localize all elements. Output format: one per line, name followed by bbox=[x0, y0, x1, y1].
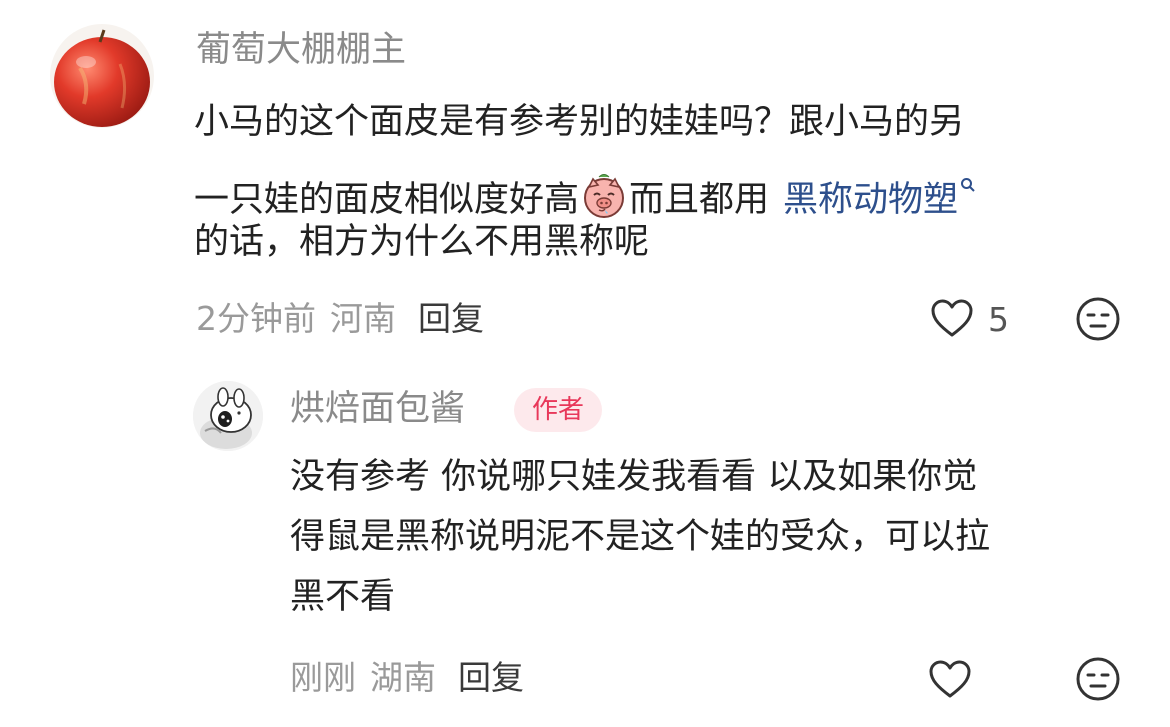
replier-username[interactable]: 烘焙面包酱 bbox=[290, 387, 465, 431]
comment-meta: 2分钟前 河南 回复 bbox=[196, 297, 484, 341]
reply-meta: 刚刚 湖南 回复 bbox=[290, 656, 524, 700]
like-button[interactable] bbox=[930, 298, 974, 342]
heart-icon bbox=[931, 299, 973, 337]
reply-time: 刚刚 bbox=[290, 658, 356, 697]
commenter-avatar[interactable] bbox=[50, 24, 154, 128]
topic-link[interactable]: 黑称动物塑 bbox=[783, 178, 976, 220]
comment-time: 2分钟前 bbox=[196, 299, 316, 338]
meh-face-icon bbox=[1076, 297, 1120, 341]
comment-location: 河南 bbox=[330, 299, 396, 338]
comment-text: 小马的这个面皮是有参考别的娃娃吗？跟小马的另 一只娃的面皮相似度好高 而且都用黑… bbox=[194, 92, 1124, 272]
author-badge: 作者 bbox=[514, 388, 603, 432]
replier-avatar[interactable] bbox=[193, 381, 263, 451]
commenter-username[interactable]: 葡萄大棚棚主 bbox=[196, 28, 406, 72]
reply-line: 黑不看 bbox=[290, 577, 396, 617]
reply-button[interactable]: 回复 bbox=[418, 299, 484, 338]
reply-line: 没有参考 你说哪只娃发我看看 以及如果你觉 bbox=[290, 457, 978, 497]
bunny-avatar-icon bbox=[193, 381, 263, 451]
reply-location: 湖南 bbox=[370, 658, 436, 697]
reply-text: 没有参考 你说哪只娃发我看看 以及如果你觉 得鼠是黑称说明泥不是这个娃的受众，可… bbox=[290, 447, 1150, 627]
like-group: 5 bbox=[930, 298, 1009, 342]
reply-like-button[interactable] bbox=[928, 659, 972, 703]
comment-line: 的话，相方为什么不用黑称呢 bbox=[194, 222, 650, 262]
comment-line: 一只娃的面皮相似度好高 而且都用 黑称动物塑 bbox=[194, 152, 1124, 220]
comment-line-segment: 而且都用 bbox=[629, 180, 770, 220]
meh-face-icon bbox=[1076, 657, 1120, 701]
comment-line: 小马的这个面皮是有参考别的娃娃吗？跟小马的另 bbox=[194, 102, 965, 142]
search-icon bbox=[960, 152, 976, 192]
dislike-button[interactable] bbox=[1075, 296, 1121, 346]
like-count: 5 bbox=[988, 300, 1009, 339]
reply-button[interactable]: 回复 bbox=[458, 658, 524, 697]
reply-dislike-button[interactable] bbox=[1075, 656, 1121, 706]
apple-avatar-icon bbox=[50, 24, 154, 128]
topic-link-label: 黑称动物塑 bbox=[783, 180, 959, 220]
heart-icon bbox=[929, 660, 971, 698]
reply-line: 得鼠是黑称说明泥不是这个娃的受众，可以拉 bbox=[290, 517, 991, 557]
